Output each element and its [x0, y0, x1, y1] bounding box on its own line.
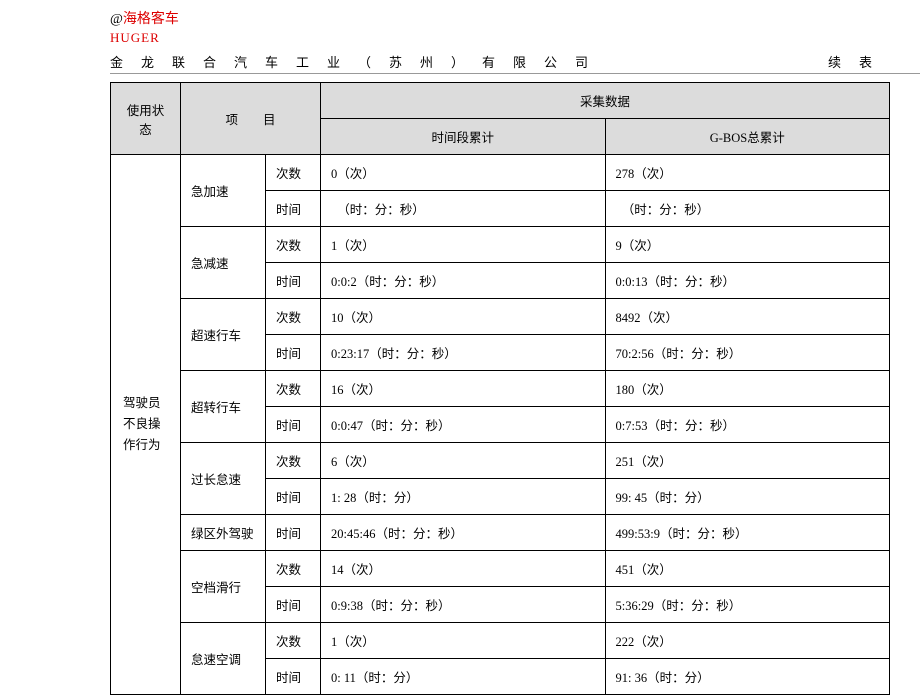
table-row: 超转行车 次数 16（次） 180（次）	[111, 371, 890, 407]
category-cell: 驾驶员不良操作行为	[111, 155, 181, 695]
company-name: 金龙联合汽车工业（苏州）有限公司	[110, 52, 606, 71]
th-data: 采集数据	[321, 83, 890, 119]
cell-gbos: 0:0:13（时：分：秒）	[605, 263, 890, 299]
brand-at: @	[110, 12, 123, 27]
item-name: 过长怠速	[181, 443, 266, 515]
cell-period: 0:0:47（时：分：秒）	[321, 407, 605, 443]
metric-label: 时间	[266, 659, 321, 695]
cell-period: 1: 28（时：分）	[321, 479, 605, 515]
cell-period: 10（次）	[321, 299, 605, 335]
metric-label: 时间	[266, 191, 321, 227]
item-name: 怠速空调	[181, 623, 266, 695]
cell-gbos: 0:7:53（时：分：秒）	[605, 407, 890, 443]
continuation-label: 续表	[828, 52, 890, 71]
cell-gbos: 91: 36（时：分）	[605, 659, 890, 695]
table-row: 急减速 次数 1（次） 9（次）	[111, 227, 890, 263]
item-name: 绿区外驾驶	[181, 515, 266, 551]
cell-gbos: 99: 45（时：分）	[605, 479, 890, 515]
metric-label: 次数	[266, 155, 321, 191]
cell-period: 0:0:2（时：分：秒）	[321, 263, 605, 299]
cell-gbos: 8492（次）	[605, 299, 890, 335]
metric-label: 次数	[266, 443, 321, 479]
cell-period: （时：分：秒）	[321, 191, 605, 227]
table-container: 使用状态 项 目 采集数据 时间段累计 G-BOS总累计 驾驶员不良操作行为 急…	[0, 74, 920, 695]
data-table: 使用状态 项 目 采集数据 时间段累计 G-BOS总累计 驾驶员不良操作行为 急…	[110, 82, 890, 695]
cell-period: 1（次）	[321, 623, 605, 659]
metric-label: 时间	[266, 515, 321, 551]
table-row: 绿区外驾驶 时间 20:45:46（时：分：秒） 499:53:9（时：分：秒）	[111, 515, 890, 551]
cell-gbos: （时：分：秒）	[605, 191, 890, 227]
cell-gbos: 70:2:56（时：分：秒）	[605, 335, 890, 371]
cell-gbos: 9（次）	[605, 227, 890, 263]
cell-gbos: 251（次）	[605, 443, 890, 479]
table-row: 驾驶员不良操作行为 急加速 次数 0（次） 278（次）	[111, 155, 890, 191]
cell-period: 14（次）	[321, 551, 605, 587]
cell-gbos: 499:53:9（时：分：秒）	[605, 515, 890, 551]
item-name: 超速行车	[181, 299, 266, 371]
company-line: 金龙联合汽车工业（苏州）有限公司 续表	[110, 52, 920, 74]
metric-label: 时间	[266, 263, 321, 299]
metric-label: 时间	[266, 407, 321, 443]
th-status: 使用状态	[111, 83, 181, 155]
cell-period: 0:23:17（时：分：秒）	[321, 335, 605, 371]
metric-label: 时间	[266, 479, 321, 515]
cell-gbos: 222（次）	[605, 623, 890, 659]
item-name: 急减速	[181, 227, 266, 299]
item-name: 空档滑行	[181, 551, 266, 623]
metric-label: 时间	[266, 335, 321, 371]
th-gbos: G-BOS总累计	[605, 119, 890, 155]
cell-period: 20:45:46（时：分：秒）	[321, 515, 605, 551]
cell-gbos: 451（次）	[605, 551, 890, 587]
metric-label: 时间	[266, 587, 321, 623]
metric-label: 次数	[266, 551, 321, 587]
table-row: 空档滑行 次数 14（次） 451（次）	[111, 551, 890, 587]
item-name: 超转行车	[181, 371, 266, 443]
cell-period: 0:9:38（时：分：秒）	[321, 587, 605, 623]
brand-line: @海格客车	[110, 8, 920, 28]
table-header-row: 使用状态 项 目 采集数据	[111, 83, 890, 119]
cell-period: 1（次）	[321, 227, 605, 263]
th-period: 时间段累计	[321, 119, 605, 155]
cell-period: 6（次）	[321, 443, 605, 479]
cell-period: 0: 11（时：分）	[321, 659, 605, 695]
metric-label: 次数	[266, 371, 321, 407]
brand-name-en: HUGER	[110, 30, 920, 46]
document-header: @海格客车 HUGER 金龙联合汽车工业（苏州）有限公司 续表	[0, 8, 920, 74]
cell-gbos: 5:36:29（时：分：秒）	[605, 587, 890, 623]
metric-label: 次数	[266, 623, 321, 659]
th-item: 项 目	[181, 83, 321, 155]
table-row: 超速行车 次数 10（次） 8492（次）	[111, 299, 890, 335]
item-name: 急加速	[181, 155, 266, 227]
cell-gbos: 278（次）	[605, 155, 890, 191]
metric-label: 次数	[266, 227, 321, 263]
brand-name-cn: 海格客车	[123, 12, 179, 27]
cell-period: 16（次）	[321, 371, 605, 407]
metric-label: 次数	[266, 299, 321, 335]
cell-period: 0（次）	[321, 155, 605, 191]
cell-gbos: 180（次）	[605, 371, 890, 407]
table-row: 怠速空调 次数 1（次） 222（次）	[111, 623, 890, 659]
table-row: 过长怠速 次数 6（次） 251（次）	[111, 443, 890, 479]
